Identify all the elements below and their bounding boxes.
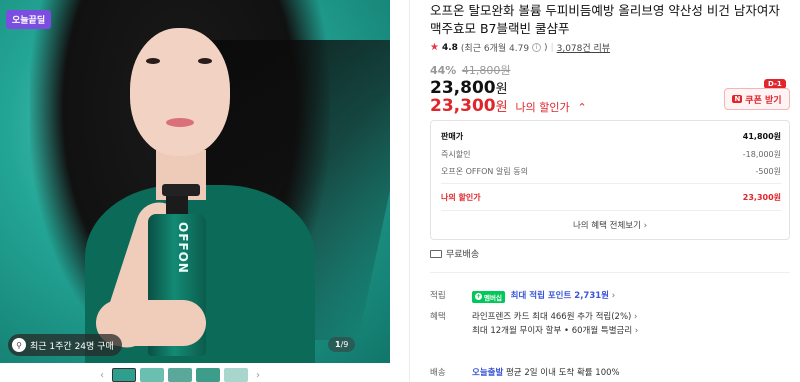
image-lips bbox=[166, 118, 194, 127]
price-breakdown: 판매가 41,800원 즉시할인 -18,000원 오프온 OFFON 알림 동… bbox=[430, 120, 790, 240]
thumbnail[interactable] bbox=[196, 368, 220, 382]
thumb-prev-icon[interactable]: ‹ bbox=[96, 370, 108, 381]
breakdown-divider bbox=[441, 210, 781, 211]
breakdown-divider bbox=[441, 183, 781, 184]
breakdown-label: 판매가 bbox=[441, 132, 464, 141]
original-price: 41,800원 bbox=[461, 64, 511, 77]
free-shipping-label: 무료배송 bbox=[446, 250, 480, 260]
breakdown-value: 41,800원 bbox=[742, 132, 781, 141]
benefit-label: 혜택 bbox=[430, 312, 446, 322]
divider: | bbox=[550, 42, 554, 53]
breakdown-my-price-row: 나의 할인가 23,300원 bbox=[441, 192, 781, 203]
points-value[interactable]: + 멤버십 최대 적립 포인트 2,731원 › bbox=[472, 289, 615, 303]
chevron-up-icon: ⌃ bbox=[577, 101, 587, 114]
coupon-icon: N bbox=[732, 95, 743, 103]
my-discount-price[interactable]: 23,300원 나의 할인가 ⌃ bbox=[430, 96, 587, 116]
breakdown-value: 23,300원 bbox=[742, 193, 781, 202]
bottle-brand-text: OFFON bbox=[176, 222, 190, 274]
breakdown-label: 즉시할인 bbox=[441, 150, 471, 159]
rating-row: ★ 4.8 (최근 6개월 4.79 i) | 3,078건 리뷰 bbox=[430, 41, 611, 54]
all-benefits-link[interactable]: 나의 혜택 전체보기 › bbox=[431, 219, 789, 231]
bottle-neck bbox=[166, 196, 188, 216]
deal-badge: 오늘끝딜 bbox=[6, 10, 52, 29]
recent-purchase-pill: ⚲ 최근 1주간 24명 구매 bbox=[8, 334, 122, 356]
section-divider bbox=[430, 272, 790, 273]
star-icon: ★ bbox=[430, 42, 439, 53]
free-shipping: 무료배송 bbox=[430, 247, 479, 260]
benefit-text: 라인프렌즈 카드 최대 466원 추가 적립(2%) bbox=[472, 312, 632, 322]
bottle-pump bbox=[162, 184, 200, 196]
cart-icon: ⚲ bbox=[12, 338, 26, 352]
today-dispatch[interactable]: 오늘출발 bbox=[472, 368, 503, 378]
breakdown-value: -500원 bbox=[755, 167, 781, 176]
image-face bbox=[130, 28, 230, 156]
sale-price-value: 23,800 bbox=[430, 78, 496, 98]
coupon-button[interactable]: N 쿠폰 받기 bbox=[724, 88, 790, 110]
chevron-right-icon: › bbox=[611, 291, 616, 301]
chevron-right-icon: › bbox=[634, 326, 639, 336]
product-title: 오프온 탈모완화 볼륨 두피비듬예방 올리브영 약산성 비건 남자여자 맥주효모… bbox=[430, 3, 780, 36]
thumbnail[interactable] bbox=[224, 368, 248, 382]
all-benefits-label: 나의 혜택 전체보기 bbox=[572, 221, 641, 231]
breakdown-row: 판매가 41,800원 bbox=[441, 131, 781, 142]
benefit-text: 최대 12개월 무이자 할부 • 60개월 특별금리 bbox=[472, 326, 633, 336]
rating-recent: (최근 6개월 4.79 bbox=[460, 44, 530, 54]
delivery-value: 오늘출발 평균 2일 이내 도착 확률 100% bbox=[472, 366, 620, 378]
points-label: 적립 bbox=[430, 291, 446, 301]
discount-row: 44% 41,800원 bbox=[430, 62, 510, 78]
breakdown-value: -18,000원 bbox=[742, 150, 781, 159]
image-eye-left bbox=[146, 58, 160, 64]
image-counter-total: /9 bbox=[340, 340, 349, 349]
breakdown-label: 오프온 OFFON 알림 동의 bbox=[441, 167, 528, 176]
breakdown-label: 나의 할인가 bbox=[441, 193, 481, 202]
rating-score: 4.8 bbox=[441, 42, 458, 53]
truck-icon bbox=[430, 249, 442, 258]
points-text: 최대 적립 포인트 2,731원 bbox=[510, 291, 609, 301]
breakdown-row: 즉시할인 -18,000원 bbox=[441, 149, 781, 160]
product-main-image[interactable]: OFFON 오늘끝딜 ⚲ 최근 1주간 24명 구매 1/9 bbox=[0, 0, 390, 363]
info-icon[interactable]: i bbox=[532, 43, 542, 52]
image-eye-right bbox=[198, 58, 212, 64]
column-divider bbox=[409, 0, 410, 382]
currency: 원 bbox=[495, 100, 508, 115]
thumbnail[interactable] bbox=[112, 368, 136, 382]
my-price-label: 나의 할인가 bbox=[515, 101, 570, 114]
benefit-line-1[interactable]: 라인프렌즈 카드 최대 466원 추가 적립(2%) › bbox=[472, 310, 637, 322]
breakdown-row: 오프온 OFFON 알림 동의 -500원 bbox=[441, 166, 781, 177]
chevron-right-icon: › bbox=[634, 312, 638, 322]
my-price-value: 23,300 bbox=[430, 96, 496, 116]
reviews-link[interactable]: 3,078건 리뷰 bbox=[557, 41, 610, 54]
recent-purchase-text: 최근 1주간 24명 구매 bbox=[30, 341, 114, 352]
discount-percent: 44% bbox=[430, 64, 457, 77]
sale-price: 23,800원 bbox=[430, 78, 508, 98]
image-counter: 1/9 bbox=[328, 337, 356, 352]
benefit-line-2[interactable]: 최대 12개월 무이자 할부 • 60개월 특별금리 › bbox=[472, 324, 638, 336]
naver-pay-badge: + 멤버십 bbox=[472, 290, 505, 303]
thumbnail[interactable] bbox=[168, 368, 192, 382]
currency: 원 bbox=[495, 82, 508, 97]
thumb-next-icon[interactable]: › bbox=[252, 370, 264, 381]
thumbnail-strip: ‹ › bbox=[96, 368, 264, 382]
chevron-right-icon: › bbox=[643, 221, 648, 231]
delivery-text: 평균 2일 이내 도착 확률 100% bbox=[505, 368, 620, 378]
thumbnail[interactable] bbox=[140, 368, 164, 382]
coupon-label: 쿠폰 받기 bbox=[745, 95, 782, 106]
delivery-label: 배송 bbox=[430, 368, 446, 378]
